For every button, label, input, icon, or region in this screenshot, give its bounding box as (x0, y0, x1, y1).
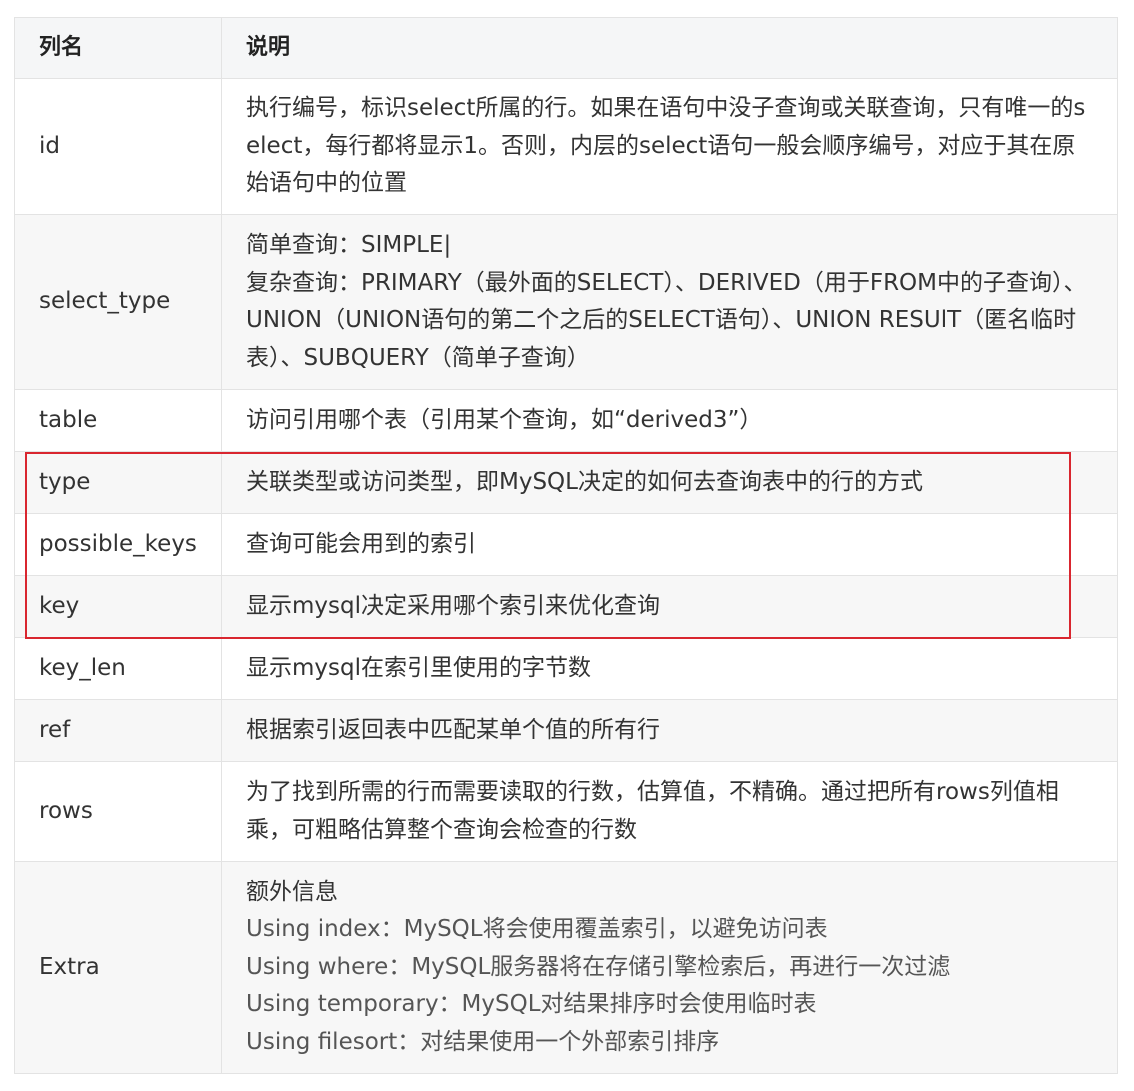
desc-line: 根据索引返回表中匹配某单个值的所有行 (246, 716, 660, 743)
table-row: Extra 额外信息 Using index：MySQL将会使用覆盖索引，以避免… (14, 861, 1118, 1074)
row-desc-rows: 为了找到所需的行而需要读取的行数，估算值，不精确。通过把所有rows列值相乘，可… (221, 761, 1118, 862)
extra-using-index: Using index：MySQL将会使用覆盖索引，以避免访问表 (246, 916, 828, 943)
explain-columns-table-wrapper: 列名 说明 id 执行编号，标识select所属的行。如果在语句中没子查询或关联… (14, 17, 1118, 1074)
row-desc-extra: 额外信息 Using index：MySQL将会使用覆盖索引，以避免访问表 Us… (221, 861, 1118, 1074)
extra-using-where: Using where：MySQL服务器将在存储引擎检索后，再进行一次过滤 (246, 953, 951, 980)
desc-line: 额外信息 (246, 878, 338, 905)
desc-line: 访问引用哪个表（引用某个查询，如“derived3”） (246, 406, 763, 433)
table-row: rows 为了找到所需的行而需要读取的行数，估算值，不精确。通过把所有rows列… (14, 761, 1118, 862)
desc-line: 显示mysql决定采用哪个索引来优化查询 (246, 592, 660, 619)
table-row: select_type 简单查询：SIMPLE| 复杂查询：PRIMARY（最外… (14, 214, 1118, 390)
desc-line: 显示mysql在索引里使用的字节数 (246, 654, 591, 681)
row-name-ref: ref (14, 699, 222, 762)
row-desc-ref: 根据索引返回表中匹配某单个值的所有行 (221, 699, 1118, 762)
extra-using-temporary: Using temporary：MySQL对结果排序时会使用临时表 (246, 991, 817, 1018)
desc-line: 查询可能会用到的索引 (246, 530, 476, 557)
table-row: table 访问引用哪个表（引用某个查询，如“derived3”） (14, 389, 1118, 452)
row-desc-type: 关联类型或访问类型，即MySQL决定的如何去查询表中的行的方式 (221, 451, 1118, 514)
table-row: id 执行编号，标识select所属的行。如果在语句中没子查询或关联查询，只有唯… (14, 78, 1118, 215)
desc-line: 复杂查询：PRIMARY（最外面的SELECT）、DERIVED（用于FROM中… (246, 269, 1087, 371)
column-header-name: 列名 (14, 17, 222, 79)
row-desc-id: 执行编号，标识select所属的行。如果在语句中没子查询或关联查询，只有唯一的s… (221, 78, 1118, 215)
column-header-description: 说明 (221, 17, 1118, 79)
row-desc-select-type: 简单查询：SIMPLE| 复杂查询：PRIMARY（最外面的SELECT）、DE… (221, 214, 1118, 390)
desc-line: 关联类型或访问类型，即MySQL决定的如何去查询表中的行的方式 (246, 468, 923, 495)
row-desc-possible-keys: 查询可能会用到的索引 (221, 513, 1118, 576)
row-name-key: key (14, 575, 222, 638)
extra-using-filesort: Using filesort：对结果使用一个外部索引排序 (246, 1028, 720, 1055)
row-name-table: table (14, 389, 222, 452)
row-name-id: id (14, 78, 222, 215)
table-row: key_len 显示mysql在索引里使用的字节数 (14, 637, 1118, 700)
table-row: ref 根据索引返回表中匹配某单个值的所有行 (14, 699, 1118, 762)
desc-line: 执行编号，标识select所属的行。如果在语句中没子查询或关联查询，只有唯一的s… (246, 95, 1086, 197)
desc-line: 为了找到所需的行而需要读取的行数，估算值，不精确。通过把所有rows列值相乘，可… (246, 779, 1059, 843)
row-name-possible-keys: possible_keys (14, 513, 222, 576)
row-name-rows: rows (14, 761, 222, 862)
row-name-extra: Extra (14, 861, 222, 1074)
row-name-key-len: key_len (14, 637, 222, 700)
table-header-row: 列名 说明 (14, 17, 1118, 79)
table-row: type 关联类型或访问类型，即MySQL决定的如何去查询表中的行的方式 (14, 451, 1118, 514)
explain-columns-table: 列名 说明 id 执行编号，标识select所属的行。如果在语句中没子查询或关联… (14, 17, 1118, 1074)
row-desc-key: 显示mysql决定采用哪个索引来优化查询 (221, 575, 1118, 638)
desc-line: 简单查询：SIMPLE| (246, 232, 452, 258)
row-name-type: type (14, 451, 222, 514)
row-desc-table: 访问引用哪个表（引用某个查询，如“derived3”） (221, 389, 1118, 452)
table-row: key 显示mysql决定采用哪个索引来优化查询 (14, 575, 1118, 638)
row-desc-key-len: 显示mysql在索引里使用的字节数 (221, 637, 1118, 700)
table-row: possible_keys 查询可能会用到的索引 (14, 513, 1118, 576)
row-name-select-type: select_type (14, 214, 222, 390)
